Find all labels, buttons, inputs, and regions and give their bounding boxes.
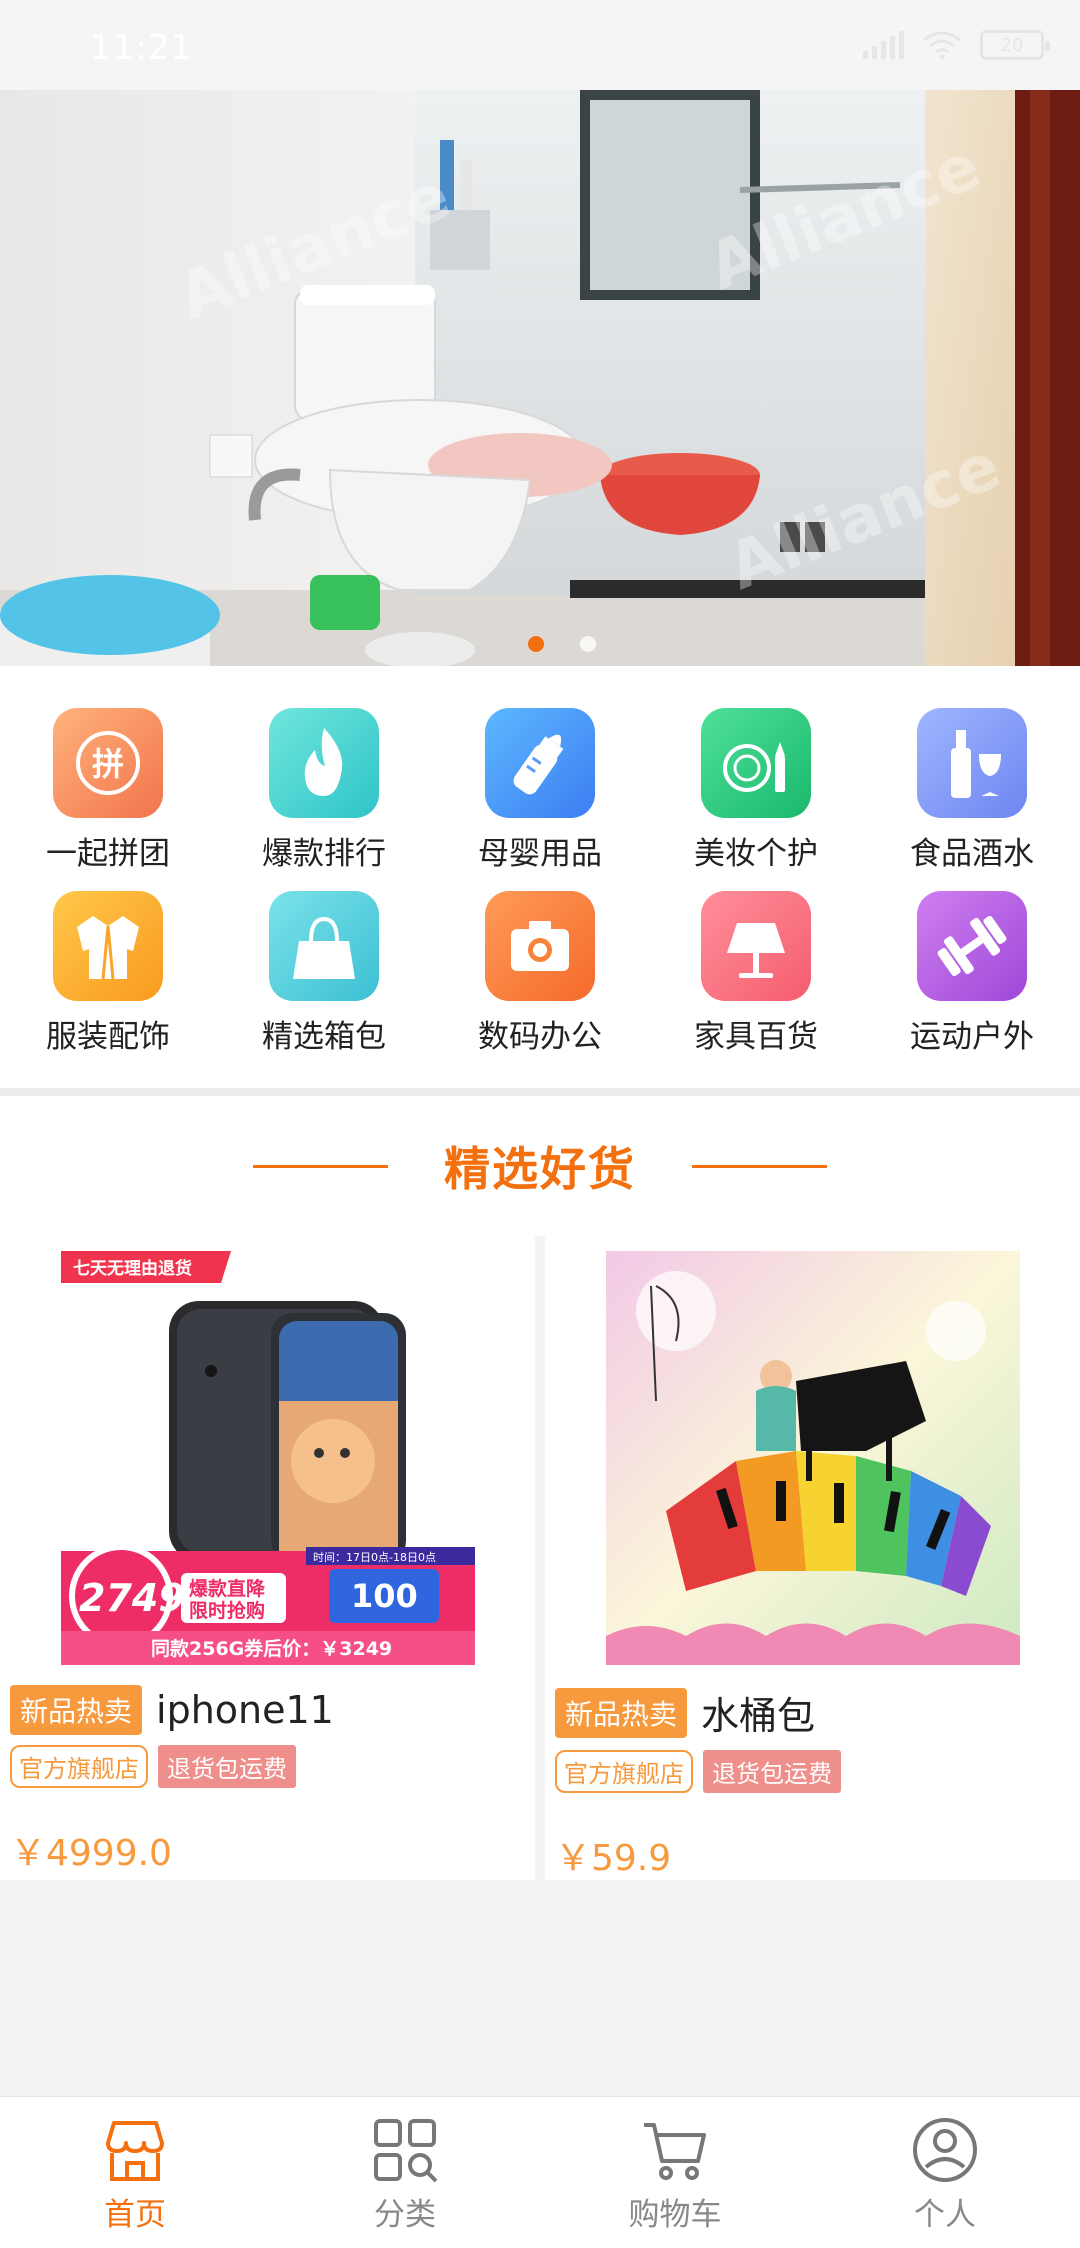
- carousel-dot[interactable]: [580, 636, 596, 652]
- category-item[interactable]: 数码办公: [432, 891, 648, 1074]
- lamp-icon: [701, 891, 811, 1001]
- person-icon: [913, 2118, 977, 2182]
- baby-bottle-icon: [485, 708, 595, 818]
- tab-cart[interactable]: 购物车: [540, 2097, 810, 2248]
- product-list: 七天无理由退货 时间：17日0点-18日0点 2749 爆款直降 限时抢购 10…: [0, 1236, 1080, 1880]
- category-label: 一起拼团: [46, 836, 170, 872]
- category-label: 数码办公: [478, 1019, 602, 1055]
- hot-tag: 新品热卖: [10, 1685, 143, 1735]
- cart-icon: [644, 2123, 706, 2180]
- promo-headline-1: 爆款直降: [189, 1577, 266, 1600]
- service-tag: 退货包运费: [158, 1745, 296, 1788]
- battery-icon: 20: [980, 30, 1050, 60]
- category-label: 食品酒水: [910, 836, 1034, 872]
- promo-headline-2: 限时抢购: [189, 1599, 265, 1622]
- product-image: [605, 1251, 1020, 1665]
- bottom-tab-bar: 首页 分类 购物车 个人: [0, 2096, 1080, 2248]
- category-label: 母婴用品: [478, 836, 602, 872]
- category-label: 运动户外: [910, 1019, 1034, 1055]
- wine-icon: [917, 708, 1027, 818]
- category-grid: 拼一起拼团 爆款排行 母婴用品 美妆个护 食品酒水 服装配饰 精选箱包 数码办公 家具百货 运动户…: [0, 666, 1080, 1092]
- carousel-indicator: [22, 636, 1080, 652]
- category-item[interactable]: 家具百货: [648, 891, 864, 1074]
- product-card[interactable]: 七天无理由退货 时间：17日0点-18日0点 2749 爆款直降 限时抢购 10…: [0, 1236, 535, 1880]
- flame-icon: [269, 708, 379, 818]
- category-item[interactable]: 母婴用品: [432, 708, 648, 891]
- tab-label: 个人: [914, 2197, 976, 2233]
- product-card[interactable]: 新品热卖 水桶包 官方旗舰店 退货包运费 ￥59.9: [545, 1236, 1080, 1880]
- promo-coupon: 100: [351, 1577, 418, 1615]
- store-tag: 官方旗舰店: [555, 1750, 693, 1793]
- category-item[interactable]: 食品酒水: [864, 708, 1080, 891]
- tab-label: 购物车: [628, 2197, 722, 2233]
- group-buy-icon: 拼: [53, 708, 163, 818]
- divider: [0, 1088, 1080, 1096]
- category-item[interactable]: 拼一起拼团: [0, 708, 216, 891]
- promo-time: 时间：17日0点-18日0点: [313, 1551, 436, 1564]
- section-line-right: [692, 1164, 827, 1168]
- carousel-dot-active[interactable]: [528, 636, 544, 652]
- product-price: ￥59.9: [555, 1838, 672, 1879]
- service-tag: 退货包运费: [703, 1750, 841, 1793]
- promo-footer: 同款256G券后价：￥3249: [151, 1637, 392, 1660]
- product-image: 七天无理由退货 时间：17日0点-18日0点 2749 爆款直降 限时抢购 10…: [60, 1251, 475, 1665]
- makeup-icon: [701, 708, 811, 818]
- promo-top-banner: 七天无理由退货: [73, 1258, 192, 1279]
- store-tag: 官方旗舰店: [10, 1745, 148, 1788]
- dumbbell-icon: [917, 891, 1027, 1001]
- category-item[interactable]: 精选箱包: [216, 891, 432, 1074]
- category-label: 家具百货: [694, 1019, 818, 1055]
- product-title: 水桶包: [701, 1694, 816, 1738]
- battery-level: 20: [1000, 34, 1024, 56]
- banner-carousel[interactable]: Alliance Alliance Alliance: [0, 90, 1080, 666]
- camera-icon: [485, 891, 595, 1001]
- tab-label: 首页: [104, 2197, 166, 2233]
- product-price: ￥4999.0: [10, 1833, 172, 1874]
- category-grid-icon: [374, 2119, 438, 2183]
- status-time: 11:21: [90, 28, 193, 68]
- wifi-icon: [923, 31, 961, 60]
- category-label: 服装配饰: [46, 1019, 170, 1055]
- hot-tag: 新品热卖: [555, 1687, 688, 1738]
- section-title: 精选好货: [444, 1142, 636, 1196]
- banner-image: Alliance Alliance Alliance: [0, 90, 1080, 666]
- promo-price-badge: 2749: [79, 1576, 185, 1620]
- section-header: 精选好货: [0, 1096, 1080, 1236]
- store-icon: [106, 2121, 164, 2181]
- category-item[interactable]: 爆款排行: [216, 708, 432, 891]
- category-item[interactable]: 运动户外: [864, 891, 1080, 1074]
- jacket-icon: [53, 891, 163, 1001]
- product-title: iphone11: [156, 1688, 334, 1732]
- tab-category[interactable]: 分类: [270, 2097, 540, 2248]
- status-bar: 11:21 20: [0, 0, 1080, 90]
- handbag-icon: [269, 891, 379, 1001]
- category-label: 爆款排行: [262, 836, 386, 872]
- category-item[interactable]: 美妆个护: [648, 708, 864, 891]
- tab-profile[interactable]: 个人: [810, 2097, 1080, 2248]
- category-item[interactable]: 服装配饰: [0, 891, 216, 1074]
- tab-label: 分类: [374, 2197, 436, 2233]
- svg-text:拼: 拼: [92, 745, 124, 783]
- signal-icon: [863, 31, 904, 59]
- category-label: 美妆个护: [694, 836, 818, 872]
- tab-home[interactable]: 首页: [0, 2097, 270, 2248]
- category-label: 精选箱包: [262, 1019, 386, 1055]
- section-line-left: [253, 1164, 388, 1168]
